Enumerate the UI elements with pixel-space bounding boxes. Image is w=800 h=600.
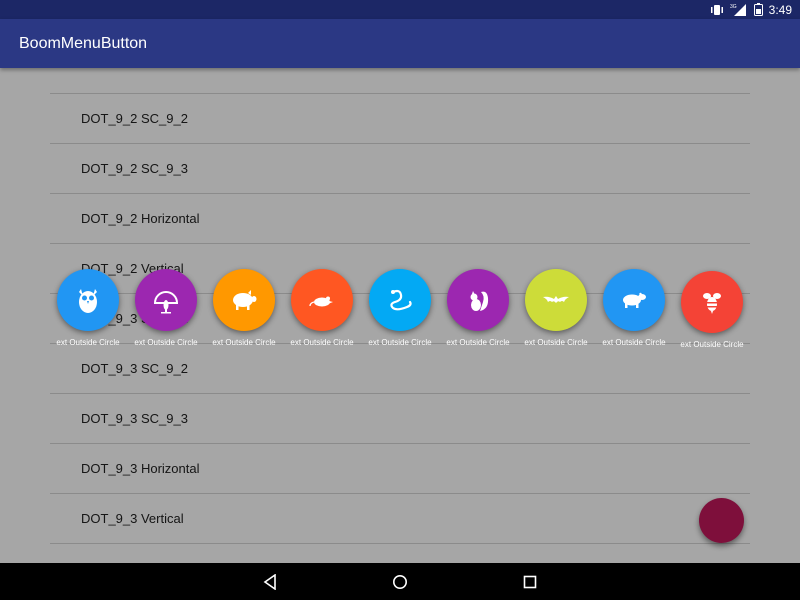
boom-label: ext Outside Circle [134,338,198,347]
vibrate-icon [710,4,724,16]
boom-button-pig[interactable]: ext Outside Circle [204,269,284,347]
navigation-bar [0,563,800,600]
signal-icon: 3G [730,3,748,16]
boom-menu: ext Outside Circle ext Outside Circle ex… [0,68,800,563]
boom-button-bear[interactable]: ext Outside Circle [594,269,674,347]
squirrel-icon [470,291,489,311]
bat-icon [543,296,569,303]
home-icon[interactable] [390,572,410,592]
back-icon[interactable] [260,572,280,592]
boom-button-bee[interactable]: ext Outside Circle [672,271,752,349]
boom-circle[interactable] [213,269,275,331]
boom-button-owl[interactable]: ext Outside Circle [48,269,128,347]
battery-icon [753,3,763,16]
boom-label: ext Outside Circle [524,338,588,347]
boom-label: ext Outside Circle [56,338,120,347]
boom-circle[interactable] [525,269,587,331]
boom-button-peacock[interactable]: ext Outside Circle [126,269,206,347]
pig-icon [233,290,257,310]
boom-label: ext Outside Circle [446,338,510,347]
bear-icon [623,292,646,308]
boom-label: ext Outside Circle [602,338,666,347]
boom-label: ext Outside Circle [212,338,276,347]
mouse-icon [309,296,333,307]
app-title: BoomMenuButton [19,34,148,52]
boom-circle[interactable] [291,269,353,331]
boom-button-mouse[interactable]: ext Outside Circle [282,269,362,347]
recents-icon[interactable] [520,572,540,592]
owl-icon [79,289,97,313]
boom-circle[interactable] [57,269,119,331]
bee-icon [703,293,721,314]
boom-circle[interactable] [681,271,743,333]
boom-circle[interactable] [135,269,197,331]
snake-icon [390,289,412,311]
boom-button-squirrel[interactable]: ext Outside Circle [438,269,518,347]
boom-button-snake[interactable]: ext Outside Circle [360,269,440,347]
boom-circle[interactable] [369,269,431,331]
network-type-label: 3G [730,4,737,10]
boom-button-bat[interactable]: ext Outside Circle [516,269,596,347]
peacock-icon [153,291,179,314]
app-bar: BoomMenuButton [0,19,800,68]
boom-label: ext Outside Circle [680,340,744,349]
boom-label: ext Outside Circle [290,338,354,347]
status-time: 3:49 [768,2,792,17]
status-bar: 3G 3:49 [0,0,800,19]
boom-circle[interactable] [603,269,665,331]
boom-label: ext Outside Circle [368,338,432,347]
boom-circle[interactable] [447,269,509,331]
